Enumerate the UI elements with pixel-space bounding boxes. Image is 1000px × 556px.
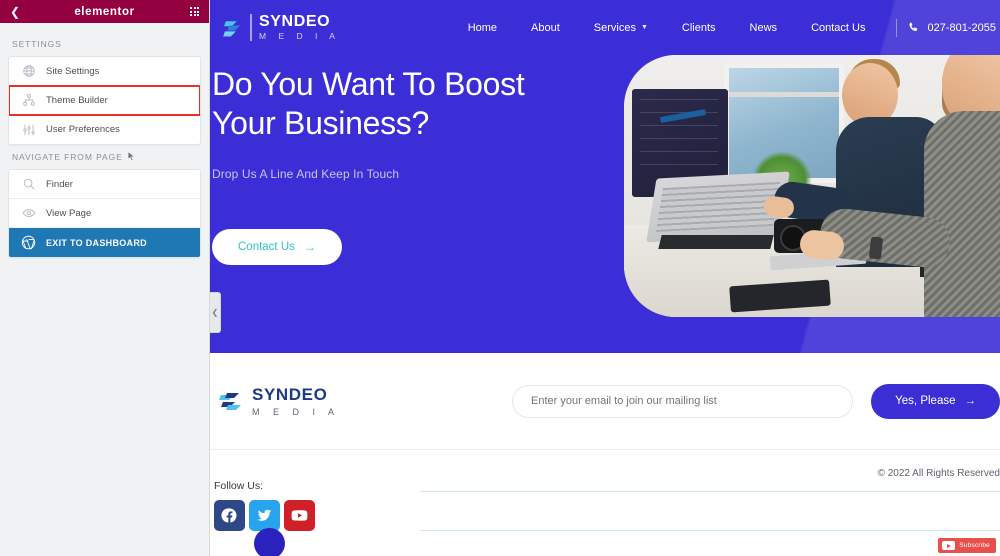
- sitemap-icon: [21, 93, 36, 108]
- logo-name: SYNDEO: [252, 384, 328, 404]
- phone-icon: [909, 22, 918, 31]
- newsletter-section: SYNDEO M E D I A Yes, Please →: [210, 353, 1000, 450]
- logo-subtitle: M E D I A: [252, 406, 340, 417]
- social-link-facebook[interactable]: [214, 500, 245, 531]
- settings-section-label: SETTINGS: [12, 39, 62, 49]
- site-navbar: SYNDEO M E D I A Home About Services ▼ C…: [210, 0, 1000, 55]
- youtube-icon: [291, 510, 308, 521]
- phone-number: 027-801-2055: [927, 21, 996, 34]
- nav-link-news[interactable]: News: [733, 22, 795, 34]
- hero-title-line2: Your Business?: [212, 105, 429, 142]
- site-logo[interactable]: SYNDEO M E D I A: [222, 14, 340, 41]
- arrow-right-icon: →: [303, 240, 316, 255]
- sidebar-item-site-settings[interactable]: Site Settings: [9, 57, 200, 86]
- hero-title: Do You Want To Boost Your Business?: [212, 65, 640, 143]
- syndeo-logo-icon: [219, 393, 241, 410]
- sidebar-item-label: EXIT TO DASHBOARD: [46, 237, 147, 248]
- nav-link-contact-us[interactable]: Contact Us: [794, 22, 882, 34]
- footer-divider-top: [420, 491, 1000, 492]
- sliders-icon: [21, 122, 36, 137]
- sidebar-item-exit-to-dashboard[interactable]: EXIT TO DASHBOARD: [9, 228, 200, 257]
- logo-subtitle: M E D I A: [259, 31, 340, 42]
- nav-link-label: Home: [467, 21, 498, 34]
- footer-copyright: © 2022 All Rights Reserved: [877, 468, 1000, 479]
- social-links: [214, 500, 315, 531]
- chevron-down-icon: ▼: [640, 24, 648, 31]
- syndeo-logo-icon: [223, 20, 241, 36]
- follow-us-block: Follow Us:: [212, 480, 1000, 531]
- sidebar-item-user-preferences[interactable]: User Preferences: [9, 115, 200, 144]
- navigate-section-label: NAVIGATE FROM PAGE: [12, 151, 201, 162]
- chevron-left-icon: ❮: [211, 308, 219, 317]
- facebook-icon: [221, 508, 237, 523]
- hero-cta-label: Contact Us: [238, 241, 295, 254]
- nav-link-label: Contact Us: [811, 21, 866, 34]
- social-link-youtube[interactable]: [284, 500, 315, 531]
- elementor-editor-window: ❮ elementor SETTINGS Site Settings Theme…: [0, 0, 1000, 556]
- elementor-sidebar-panel: ❮ elementor SETTINGS Site Settings Theme…: [0, 0, 210, 556]
- sidebar-item-label: User Preferences: [46, 124, 120, 135]
- newsletter-button-label: Yes, Please: [895, 395, 956, 407]
- mouse-cursor-icon: [127, 151, 135, 162]
- panel-collapse-handle[interactable]: ❮: [210, 292, 221, 333]
- social-link-extra[interactable]: [254, 528, 285, 556]
- nav-phone[interactable]: 027-801-2055: [907, 21, 1000, 34]
- nav-link-label: About: [531, 21, 560, 34]
- eye-icon: [21, 206, 36, 221]
- chevron-left-icon[interactable]: ❮: [10, 6, 24, 18]
- footer-bottom-bar: Follow Us: © 2022 All Rights Reserved Su…: [210, 450, 1000, 556]
- footer-logo[interactable]: SYNDEO M E D I A: [212, 386, 512, 417]
- site-preview-canvas: ❮ SYNDEO M E D I A Home About Services ▼…: [210, 0, 1000, 556]
- youtube-subscribe-button[interactable]: Subscribe: [938, 538, 996, 553]
- sidebar-item-view-page[interactable]: View Page: [9, 199, 200, 228]
- newsletter-submit-button[interactable]: Yes, Please →: [871, 383, 1000, 419]
- hero-title-line1: Do You Want To Boost: [212, 66, 525, 102]
- hero-copy: Do You Want To Boost Your Business? Drop…: [210, 55, 640, 266]
- footer-logo-text: SYNDEO M E D I A: [252, 386, 340, 417]
- follow-us-label: Follow Us:: [214, 480, 264, 492]
- settings-card: Site Settings Theme Builder User Prefere…: [8, 56, 201, 145]
- footer-divider-bottom: [420, 530, 1000, 531]
- sidebar-item-theme-builder[interactable]: Theme Builder: [9, 85, 200, 116]
- subscribe-label: Subscribe: [959, 542, 990, 549]
- nav-links: Home About Services ▼ Clients News Conta…: [451, 18, 1000, 37]
- twitter-icon: [257, 509, 272, 521]
- nav-link-label: Clients: [681, 21, 716, 34]
- sidebar-item-finder[interactable]: Finder: [9, 170, 200, 199]
- nav-link-home[interactable]: Home: [451, 22, 514, 34]
- sidebar-header: ❮ elementor: [0, 0, 209, 23]
- wordpress-icon: [21, 235, 36, 250]
- sidebar-item-label: Theme Builder: [46, 94, 108, 106]
- sidebar-item-label: Finder: [46, 178, 73, 190]
- logo-name: SYNDEO: [259, 13, 331, 31]
- nav-link-label: Services: [593, 21, 636, 34]
- nav-link-label: News: [749, 21, 778, 34]
- grid-apps-icon[interactable]: [185, 7, 199, 16]
- sidebar-item-label: View Page: [46, 207, 92, 219]
- arrow-right-icon: →: [964, 395, 977, 407]
- hero-section: SYNDEO M E D I A Home About Services ▼ C…: [210, 0, 1000, 353]
- site-logo-text: SYNDEO M E D I A: [250, 14, 340, 41]
- search-icon: [21, 177, 36, 192]
- navigate-section-text: NAVIGATE FROM PAGE: [12, 151, 123, 162]
- youtube-play-icon: [942, 541, 956, 550]
- social-link-twitter[interactable]: [249, 500, 280, 531]
- sidebar-item-label: Site Settings: [46, 65, 100, 77]
- elementor-wordmark: elementor: [74, 5, 135, 18]
- sidebar-body: SETTINGS Site Settings Theme Builder Use…: [0, 23, 209, 258]
- nav-link-about[interactable]: About: [514, 22, 577, 34]
- globe-icon: [21, 64, 36, 79]
- nav-link-clients[interactable]: Clients: [665, 22, 733, 34]
- nav-link-services[interactable]: Services ▼: [577, 22, 665, 34]
- newsletter-email-input[interactable]: [512, 384, 854, 418]
- hero-contact-us-button[interactable]: Contact Us →: [212, 229, 342, 266]
- navigate-card: Finder View Page EXIT TO DASHBOARD: [8, 169, 201, 258]
- hero-subtitle: Drop Us A Line And Keep In Touch: [212, 167, 400, 182]
- nav-divider: [896, 18, 898, 37]
- hero-body: Do You Want To Boost Your Business? Drop…: [210, 55, 1000, 266]
